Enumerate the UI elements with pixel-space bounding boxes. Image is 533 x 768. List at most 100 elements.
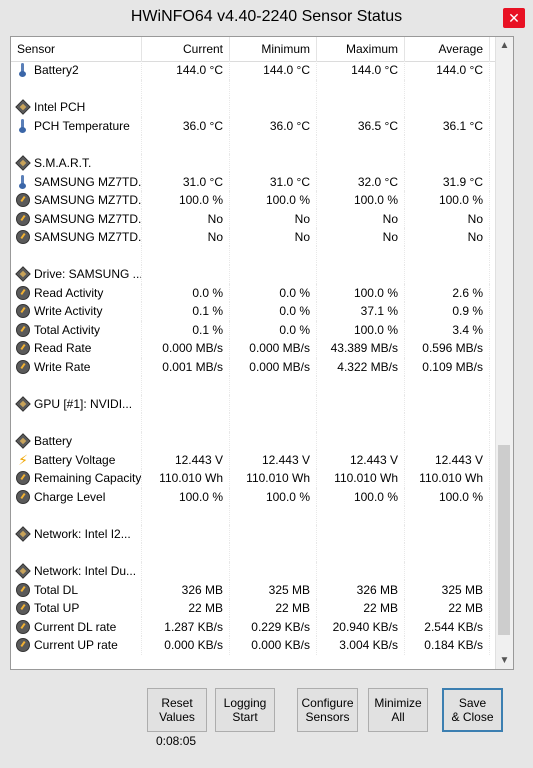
sensor-row[interactable]: PCH Temperature 36.0 °C 36.0 °C 36.5 °C 36.1… [11, 116, 496, 136]
sensor-row[interactable]: Charge Level 100.0 % 100.0 % 100.0 % 100.0 % [11, 487, 496, 507]
column-header-average[interactable]: Average [405, 37, 490, 61]
sensor-row[interactable]: Write Rate 0.001 MB/s 0.000 MB/s 4.322 MB/s… [11, 357, 496, 377]
sensor-row[interactable]: Battery [11, 431, 496, 451]
average-value: 0.109 MB/s [405, 357, 490, 377]
sensor-row[interactable]: Current DL rate 1.287 KB/s 0.229 KB/s 20.94… [11, 617, 496, 636]
minimum-value [230, 153, 317, 173]
thermometer-icon [16, 174, 30, 189]
sensor-row[interactable]: SAMSUNG MZ7TD... 31.0 °C 31.0 °C 32.0 °C 31.… [11, 172, 496, 191]
sensor-row[interactable]: S.M.A.R.T. [11, 153, 496, 173]
reset-values-label-line2: Values [159, 710, 195, 724]
close-button[interactable]: ✕ [503, 8, 525, 28]
sensor-name-cell: Write Activity [11, 302, 142, 321]
sensor-row[interactable]: Intel PCH [11, 98, 496, 117]
sensor-row[interactable]: ⚡ Battery Voltage 12.443 V 12.443 V 12.443 V… [11, 450, 496, 470]
minimum-value [230, 506, 317, 525]
maximum-value: 100.0 % [317, 190, 405, 210]
minimize-all-button[interactable]: Minimize All [368, 688, 428, 732]
sensor-name-cell: SAMSUNG MZ7TD... [11, 227, 142, 247]
minimum-value [230, 524, 317, 544]
column-header-current[interactable]: Current [142, 37, 230, 61]
sensor-row[interactable]: GPU [#1]: NVIDI... [11, 394, 496, 414]
sensor-name-cell [11, 376, 142, 395]
minimum-value: 0.0 % [230, 320, 317, 340]
average-value: 36.1 °C [405, 116, 490, 136]
sensor-name: S.M.A.R.T. [34, 156, 92, 170]
vertical-scrollbar[interactable]: ▲ ▼ [495, 37, 513, 669]
minimize-all-label-line2: All [391, 710, 405, 724]
sensor-row[interactable]: Total DL 326 MB 325 MB 326 MB 325 MB [11, 580, 496, 599]
sensor-status-window: HWiNFO64 v4.40-2240 Sensor Status ✕ Sens… [0, 0, 533, 768]
reset-values-button[interactable]: Reset Values [147, 688, 207, 732]
current-value: 100.0 % [142, 487, 230, 507]
gauge-icon [16, 619, 30, 634]
average-value: 22 MB [405, 598, 490, 618]
maximum-value [317, 506, 405, 525]
current-value [142, 394, 230, 414]
spacer-row [11, 506, 496, 525]
logging-start-button[interactable]: Logging Start [215, 688, 275, 732]
minimum-value: No [230, 209, 317, 228]
maximum-value [317, 265, 405, 284]
sensor-rows: Battery2 144.0 °C 144.0 °C 144.0 °C 144.0 °C… [11, 61, 496, 655]
sensor-row[interactable]: Total UP 22 MB 22 MB 22 MB 22 MB [11, 598, 496, 618]
current-value: 36.0 °C [142, 116, 230, 136]
sensor-row[interactable]: Drive: SAMSUNG ... [11, 265, 496, 284]
sensor-list-panel[interactable]: Sensor Current Minimum Maximum Average B… [10, 36, 514, 670]
current-value [142, 376, 230, 395]
current-value [142, 98, 230, 117]
sensor-row[interactable]: SAMSUNG MZ7TD... 100.0 % 100.0 % 100.0 % 100… [11, 190, 496, 210]
maximum-value [317, 394, 405, 414]
column-header: Sensor Current Minimum Maximum Average [11, 37, 496, 62]
minimum-value: 31.0 °C [230, 172, 317, 191]
gauge-icon [16, 601, 30, 616]
sensor-name: Network: Intel Du... [34, 564, 137, 579]
logging-start-label-line1: Logging [223, 696, 267, 710]
column-header-maximum[interactable]: Maximum [317, 37, 405, 61]
spacer-row [11, 376, 496, 395]
sensor-name: Total DL [34, 582, 79, 597]
average-value: 3.4 % [405, 320, 490, 340]
average-value [405, 98, 490, 117]
current-value [142, 135, 230, 154]
configure-sensors-button[interactable]: Configure Sensors [297, 688, 358, 732]
current-value [142, 153, 230, 173]
sensor-row[interactable]: Network: Intel Du... [11, 561, 496, 581]
sensor-row[interactable]: Read Rate 0.000 MB/s 0.000 MB/s 43.389 MB/s… [11, 339, 496, 358]
sensor-row[interactable]: Battery2 144.0 °C 144.0 °C 144.0 °C 144.0 °C [11, 61, 496, 80]
sensor-row[interactable]: Write Activity 0.1 % 0.0 % 37.1 % 0.9 % [11, 302, 496, 321]
current-value: 0.001 MB/s [142, 357, 230, 377]
current-value: 0.0 % [142, 283, 230, 303]
maximum-value [317, 376, 405, 395]
column-header-sensor[interactable]: Sensor [11, 37, 142, 61]
sensor-name-cell: Battery2 [11, 61, 142, 80]
title-bar[interactable]: HWiNFO64 v4.40-2240 Sensor Status ✕ [0, 0, 533, 36]
sensor-name-cell [11, 79, 142, 99]
sensor-name: PCH Temperature [34, 118, 130, 133]
current-value: 110.010 Wh [142, 469, 230, 488]
sensor-name: Total UP [34, 601, 80, 616]
spacer-row [11, 413, 496, 432]
average-value [405, 394, 490, 414]
sensor-row[interactable]: Total Activity 0.1 % 0.0 % 100.0 % 3.4 % [11, 320, 496, 340]
scroll-up-arrow-icon[interactable]: ▲ [496, 37, 513, 54]
column-header-minimum[interactable]: Minimum [230, 37, 317, 61]
spacer-row [11, 79, 496, 99]
sensor-row[interactable]: Remaining Capacity 110.010 Wh 110.010 Wh 11… [11, 469, 496, 488]
current-value: 31.0 °C [142, 172, 230, 191]
sensor-row[interactable]: Network: Intel I2... [11, 524, 496, 544]
scroll-down-arrow-icon[interactable]: ▼ [496, 652, 513, 669]
sensor-name-cell: Total Activity [11, 320, 142, 340]
sensor-row[interactable]: SAMSUNG MZ7TD... No No No No [11, 209, 496, 228]
average-value: 0.9 % [405, 302, 490, 321]
maximum-value [317, 98, 405, 117]
average-value: 0.596 MB/s [405, 339, 490, 358]
sensor-row[interactable]: Current UP rate 0.000 KB/s 0.000 KB/s 3.004… [11, 635, 496, 655]
minimum-value [230, 98, 317, 117]
logging-start-label-line2: Start [232, 710, 258, 724]
reset-values-label-line1: Reset [161, 696, 193, 710]
scrollbar-thumb[interactable] [498, 445, 510, 635]
sensor-row[interactable]: Read Activity 0.0 % 0.0 % 100.0 % 2.6 % [11, 283, 496, 303]
save-close-button[interactable]: Save & Close [442, 688, 503, 732]
sensor-row[interactable]: SAMSUNG MZ7TD... No No No No [11, 227, 496, 247]
